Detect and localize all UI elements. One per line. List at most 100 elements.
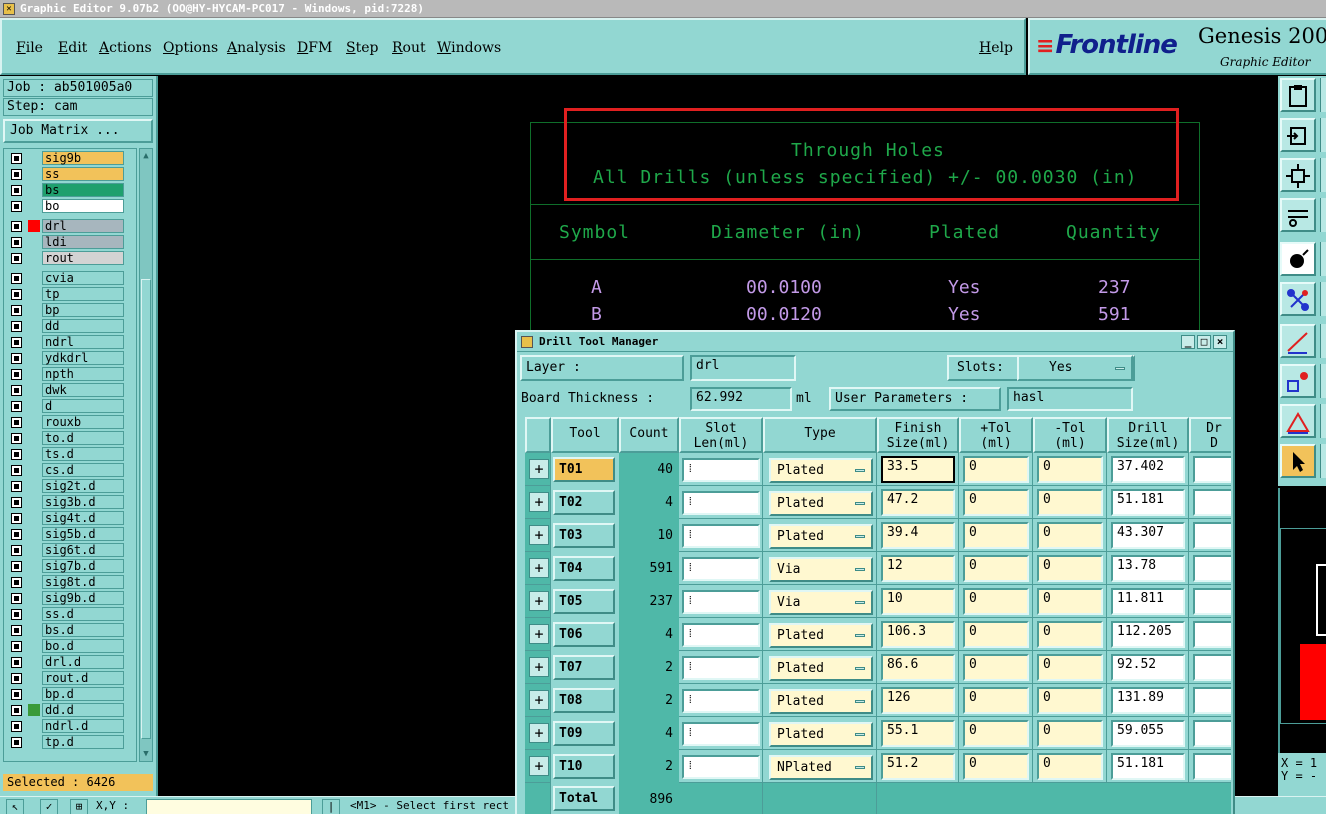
layer-name[interactable]: sig8t.d (42, 575, 124, 589)
plus-tol-input[interactable]: 0 (963, 555, 1029, 582)
scroll-up-icon[interactable]: ▲ (141, 151, 151, 161)
layer-name[interactable]: drl.d (42, 655, 124, 669)
layer-row[interactable]: sig5b.d (4, 526, 134, 542)
drill-size-input[interactable]: 13.78 (1111, 555, 1185, 582)
layer-name[interactable]: dd.d (42, 703, 124, 717)
layer-row[interactable]: to.d (4, 430, 134, 446)
slot-length-input[interactable]: ⁞ (682, 689, 760, 713)
finish-size-input[interactable]: 51.2 (881, 753, 955, 780)
expand-icon[interactable]: + (529, 459, 549, 479)
drill-size-input[interactable]: 112.205 (1111, 621, 1185, 648)
layer-field[interactable]: drl (690, 355, 796, 381)
layer-checkbox[interactable] (11, 529, 22, 540)
layer-name[interactable]: bs.d (42, 623, 124, 637)
layer-name[interactable]: bs (42, 183, 124, 197)
layer-row[interactable]: tp (4, 286, 134, 302)
menu-analysis[interactable]: Analysis (227, 40, 286, 56)
finish-size-input[interactable]: 47.2 (881, 489, 955, 516)
layer-name[interactable]: bo.d (42, 639, 124, 653)
layer-row[interactable]: dwk (4, 382, 134, 398)
layer-row[interactable]: ydkdrl (4, 350, 134, 366)
clipboard-icon[interactable] (1280, 78, 1316, 112)
layer-row[interactable]: bp (4, 302, 134, 318)
tool-button[interactable]: T07 (553, 655, 615, 680)
menu-dfm[interactable]: DFM (297, 40, 332, 56)
layer-name[interactable]: dd (42, 319, 124, 333)
layer-name[interactable]: sig6t.d (42, 543, 124, 557)
layer-name[interactable]: sig2t.d (42, 479, 124, 493)
menu-step[interactable]: Step (346, 40, 378, 56)
triangle-tool-icon[interactable] (1280, 404, 1316, 438)
finish-size-input[interactable]: 86.6 (881, 654, 955, 681)
layer-checkbox[interactable] (11, 545, 22, 556)
drill-size-input[interactable]: 92.52 (1111, 654, 1185, 681)
plus-tol-input[interactable]: 0 (963, 753, 1029, 780)
tool-button[interactable]: T08 (553, 688, 615, 713)
expand-icon[interactable]: + (529, 624, 549, 644)
plus-tol-input[interactable]: 0 (963, 489, 1029, 516)
slot-length-input[interactable]: ⁞ (682, 755, 760, 779)
layer-row[interactable]: rouxb (4, 414, 134, 430)
tool-button[interactable]: T09 (553, 721, 615, 746)
minus-tol-input[interactable]: 0 (1037, 753, 1103, 780)
layer-name[interactable]: drl (42, 219, 124, 233)
layer-checkbox[interactable] (11, 689, 22, 700)
layer-row[interactable]: ndrl.d (4, 718, 134, 734)
layer-name[interactable]: cvia (42, 271, 124, 285)
slot-length-input[interactable]: ⁞ (682, 491, 760, 515)
layer-name[interactable]: ydkdrl (42, 351, 124, 365)
minus-tol-input[interactable]: 0 (1037, 687, 1103, 714)
layer-row[interactable]: rout.d (4, 670, 134, 686)
user-parameters-button[interactable]: User Parameters : (829, 387, 1001, 411)
expand-icon[interactable]: + (529, 723, 549, 743)
layer-name[interactable]: cs.d (42, 463, 124, 477)
layer-checkbox[interactable] (11, 705, 22, 716)
dr-input[interactable] (1193, 753, 1231, 780)
minus-tol-input[interactable]: 0 (1037, 522, 1103, 549)
layer-name[interactable]: ss (42, 167, 124, 181)
dr-input[interactable] (1193, 621, 1231, 648)
tool-type-dropdown[interactable]: Plated (769, 656, 873, 681)
layer-checkbox[interactable] (11, 417, 22, 428)
layer-checkbox[interactable] (11, 305, 22, 316)
drill-size-input[interactable]: 51.181 (1111, 489, 1185, 516)
layer-name[interactable]: dwk (42, 383, 124, 397)
layer-checkbox[interactable] (11, 561, 22, 572)
menu-file[interactable]: File (16, 40, 43, 56)
layer-name[interactable]: bp (42, 303, 124, 317)
menu-options[interactable]: Options (163, 40, 218, 56)
plus-tol-input[interactable]: 0 (963, 654, 1029, 681)
layer-name[interactable]: sig9b.d (42, 591, 124, 605)
layer-checkbox[interactable] (11, 253, 22, 264)
expand-icon[interactable]: + (529, 525, 549, 545)
plus-tol-input[interactable]: 0 (963, 687, 1029, 714)
finish-size-input[interactable]: 33.5 (881, 456, 955, 483)
layer-checkbox[interactable] (11, 641, 22, 652)
layer-name[interactable]: npth (42, 367, 124, 381)
layer-name[interactable]: ts.d (42, 447, 124, 461)
layer-name[interactable]: sig3b.d (42, 495, 124, 509)
drill-size-input[interactable]: 59.055 (1111, 720, 1185, 747)
layer-row[interactable]: drl (4, 218, 134, 234)
layer-row[interactable]: ldi (4, 234, 134, 250)
minus-tol-input[interactable]: 0 (1037, 621, 1103, 648)
finish-size-input[interactable]: 12 (881, 555, 955, 582)
dr-input[interactable] (1193, 522, 1231, 549)
layer-checkbox[interactable] (11, 153, 22, 164)
tool-button[interactable]: T06 (553, 622, 615, 647)
minus-tol-input[interactable]: 0 (1037, 654, 1103, 681)
finish-size-input[interactable]: 55.1 (881, 720, 955, 747)
minus-tol-input[interactable]: 0 (1037, 588, 1103, 615)
layer-name[interactable]: sig5b.d (42, 527, 124, 541)
expand-icon[interactable]: + (529, 591, 549, 611)
board-thickness-field[interactable]: 62.992 (690, 387, 792, 411)
layer-row[interactable]: dd (4, 318, 134, 334)
tool-button[interactable]: T01 (553, 457, 615, 482)
layer-checkbox[interactable] (11, 497, 22, 508)
check-icon[interactable]: ✓ (40, 799, 58, 814)
layer-name[interactable]: tp (42, 287, 124, 301)
tool-button[interactable]: T03 (553, 523, 615, 548)
layer-row[interactable]: sig6t.d (4, 542, 134, 558)
net-connect-icon[interactable] (1280, 282, 1316, 316)
menu-windows[interactable]: Windows (437, 40, 501, 56)
